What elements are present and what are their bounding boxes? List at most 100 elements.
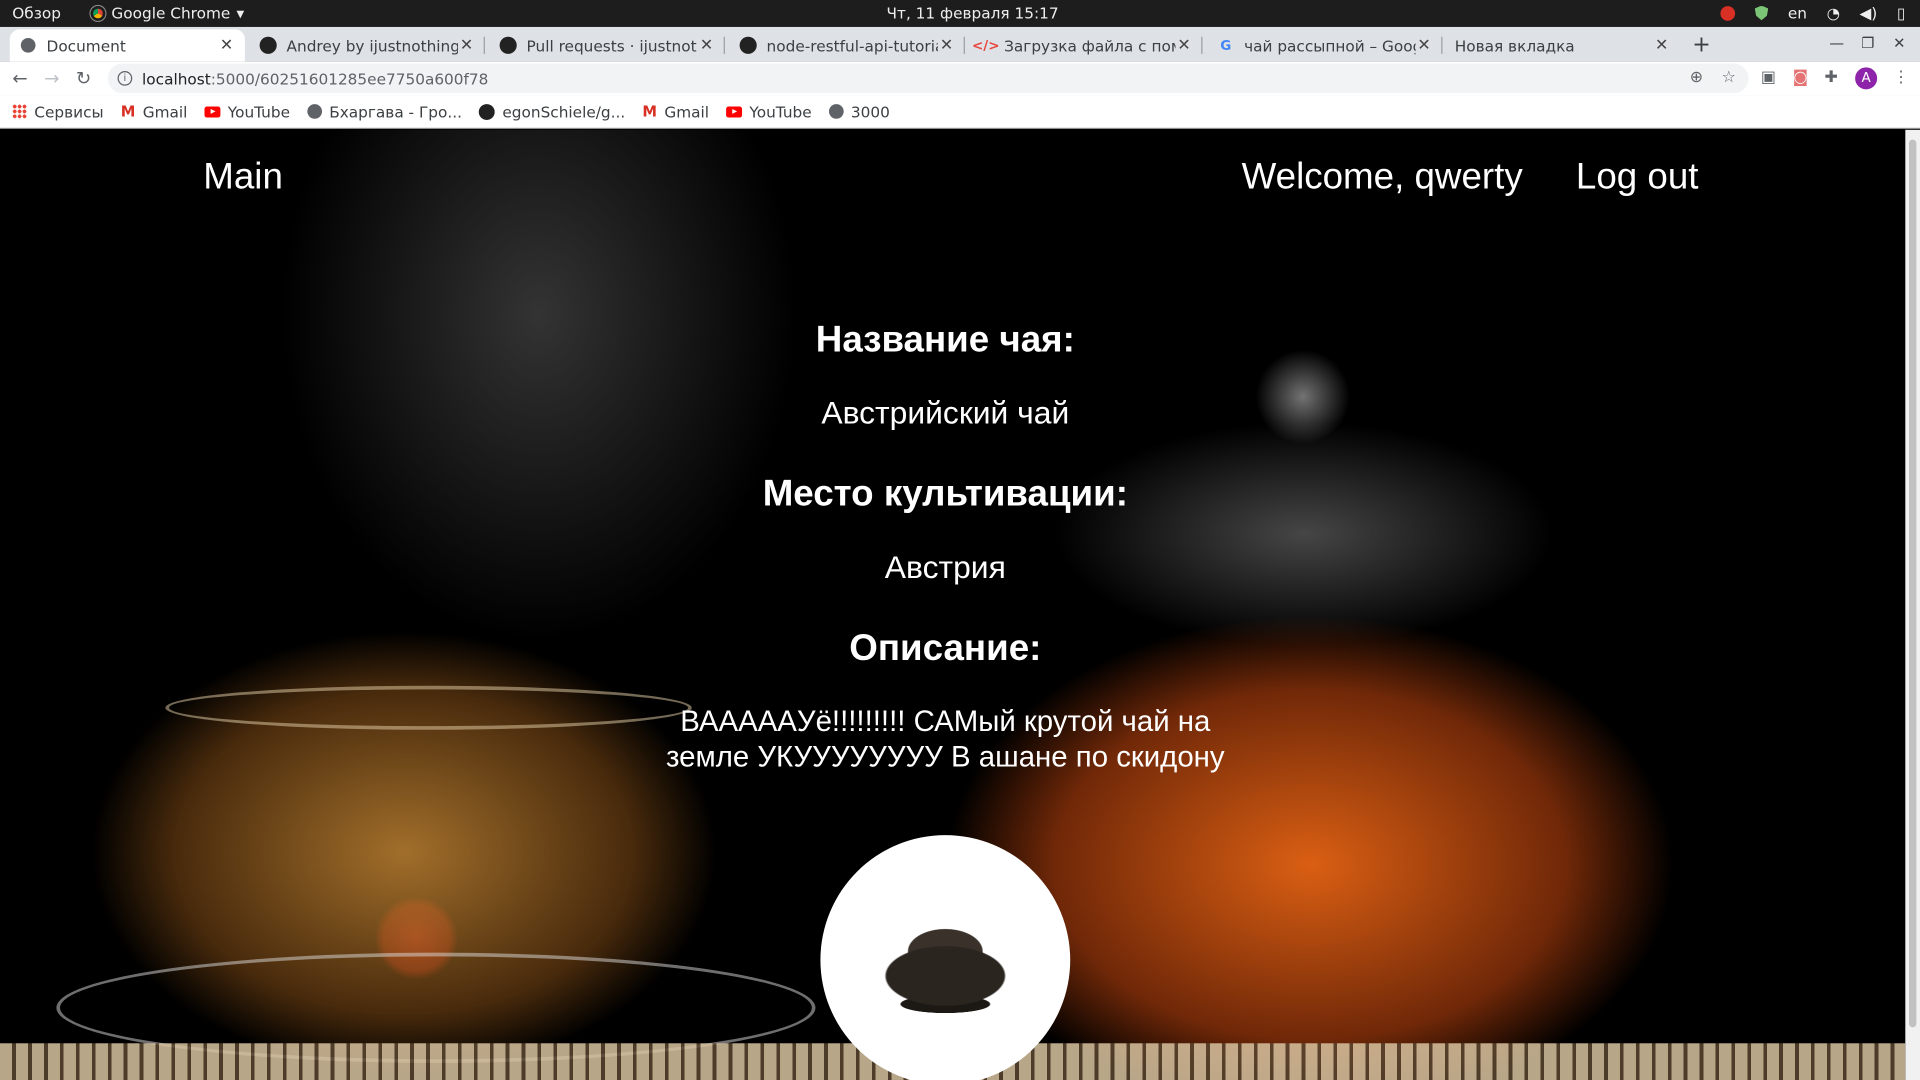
- tab-item[interactable]: </> Загрузка файла с помощ ✕: [967, 29, 1203, 61]
- wifi-icon[interactable]: ◔: [1827, 4, 1840, 22]
- globe-icon: [307, 104, 322, 119]
- url-host: localhost: [142, 69, 211, 88]
- bookmark-label: Gmail: [142, 102, 188, 121]
- tea-image: [820, 835, 1071, 1080]
- new-tab-button[interactable]: +: [1692, 32, 1710, 58]
- gmail-icon: M: [120, 102, 136, 121]
- activities-button[interactable]: Обзор: [12, 4, 61, 22]
- tab-document[interactable]: Document ✕: [9, 29, 245, 62]
- battery-icon[interactable]: ▯: [1897, 4, 1905, 22]
- system-tray[interactable]: en ◔ ◀) ▯: [1720, 4, 1905, 22]
- youtube-icon: [726, 105, 743, 117]
- language-indicator[interactable]: en: [1788, 4, 1807, 22]
- close-icon[interactable]: ✕: [698, 36, 715, 54]
- address-bar[interactable]: i localhost:5000/60251601285ee7750a600f7…: [107, 63, 1749, 94]
- bookmark-label: 3000: [850, 102, 890, 121]
- bookmark-3000[interactable]: 3000: [828, 102, 890, 121]
- tab-item[interactable]: Andrey by ijustnothing · P ✕: [250, 29, 485, 61]
- tea-details: Название чая: Австрийский чай Место куль…: [578, 320, 1313, 776]
- tab-title: Pull requests · ijustnothin: [526, 36, 698, 55]
- close-icon[interactable]: ✕: [1176, 36, 1193, 54]
- globe-icon: [20, 37, 37, 54]
- back-icon[interactable]: ←: [12, 67, 27, 89]
- youtube-icon: [204, 105, 221, 117]
- bookmark-bhargava[interactable]: Бхаргава - Гро...: [307, 102, 462, 121]
- main-link[interactable]: Main: [203, 157, 283, 199]
- bookmark-youtube[interactable]: YouTube: [204, 102, 291, 121]
- star-icon[interactable]: ☆: [1722, 69, 1736, 87]
- extension-icon[interactable]: ▣: [1761, 69, 1776, 87]
- tab-title: Загрузка файла с помощ: [1004, 36, 1175, 55]
- close-icon[interactable]: ✕: [1416, 36, 1433, 54]
- tea-place-heading: Место культивации:: [762, 473, 1128, 515]
- tab-title: Andrey by ijustnothing · P: [286, 36, 458, 55]
- clock[interactable]: Чт, 11 февраля 15:17: [887, 4, 1059, 22]
- github-icon: [259, 36, 277, 54]
- gmail-icon: M: [642, 102, 658, 121]
- google-icon: G: [1220, 37, 1232, 54]
- minimize-icon[interactable]: —: [1829, 34, 1844, 51]
- tea-name: Австрийский чай: [821, 394, 1070, 432]
- info-icon[interactable]: i: [117, 71, 133, 86]
- close-icon[interactable]: ✕: [458, 36, 475, 54]
- puzzle-icon[interactable]: ✚: [1825, 69, 1838, 87]
- menu-icon[interactable]: ⋮: [1893, 69, 1909, 87]
- tea-place: Австрия: [884, 548, 1006, 586]
- tea-description: ВААААAУё!!!!!!!!! САМый крутой чай на зе…: [666, 705, 1225, 774]
- notification-icon[interactable]: [1720, 5, 1736, 21]
- bookmark-label: YouTube: [227, 102, 291, 121]
- tea-name-heading: Название чая:: [815, 319, 1075, 361]
- bookmark-youtube-2[interactable]: YouTube: [726, 102, 812, 121]
- tea-description-heading: Описание:: [849, 628, 1042, 669]
- forward-icon[interactable]: →: [44, 67, 59, 89]
- bookmark-services[interactable]: Сервисы: [12, 102, 104, 121]
- close-icon[interactable]: ✕: [1653, 36, 1670, 54]
- code-icon: </>: [971, 37, 1000, 54]
- bookmark-label: YouTube: [749, 102, 812, 121]
- extension-icon[interactable]: ◙: [1793, 69, 1808, 87]
- apps-icon: [12, 104, 27, 119]
- globe-icon: [828, 104, 844, 119]
- tab-title: Новая вкладка: [1454, 36, 1575, 55]
- app-name: Google Chrome: [111, 3, 231, 23]
- bookmark-label: egonSchiele/g...: [502, 102, 626, 121]
- zoom-icon[interactable]: ⊕: [1690, 69, 1703, 87]
- close-icon[interactable]: ✕: [938, 36, 955, 54]
- github-icon: [499, 36, 517, 54]
- os-top-bar: Обзор Google Chrome ▾ Чт, 11 февраля 15:…: [0, 0, 1920, 27]
- tab-title: node-restful-api-tutorial/: [766, 36, 938, 55]
- reload-icon[interactable]: ↻: [76, 67, 91, 89]
- scrollbar-thumb[interactable]: [1908, 139, 1917, 1028]
- tab-item[interactable]: Новая вкладка ✕: [1445, 29, 1680, 61]
- tab-strip: Document ✕ Andrey by ijustnothing · P ✕ …: [0, 26, 1920, 62]
- tab-title: Document: [46, 36, 126, 55]
- bookmark-label: Gmail: [664, 102, 710, 121]
- bookmark-label: Бхаргава - Гро...: [329, 102, 462, 121]
- bookmark-gmail-2[interactable]: M Gmail: [642, 102, 709, 120]
- shield-icon[interactable]: [1754, 5, 1769, 21]
- page-scrollbar[interactable]: [1905, 129, 1920, 1080]
- tab-item[interactable]: node-restful-api-tutorial/ ✕: [730, 29, 965, 61]
- tab-item[interactable]: G чай рассыпной – Google ✕: [1207, 29, 1443, 61]
- tab-item[interactable]: Pull requests · ijustnothin ✕: [490, 29, 725, 61]
- bookmarks-bar: Сервисы M Gmail YouTube Бхаргава - Гро...…: [0, 95, 1920, 129]
- url-path: :5000/60251601285ee7750a600f78: [210, 69, 489, 88]
- close-icon[interactable]: ✕: [218, 36, 235, 54]
- chrome-icon: [90, 5, 106, 21]
- github-icon: [739, 36, 757, 54]
- github-icon: [479, 103, 496, 120]
- app-menu[interactable]: Google Chrome ▾: [90, 3, 245, 23]
- tab-title: чай рассыпной – Google: [1244, 36, 1415, 55]
- browser-toolbar: ← → ↻ i localhost:5000/60251601285ee7750…: [0, 61, 1920, 96]
- loose-tea-pile: [844, 908, 1046, 1019]
- logout-link[interactable]: Log out: [1576, 157, 1699, 199]
- window-close-icon[interactable]: ✕: [1893, 34, 1905, 51]
- chevron-down-icon: ▾: [236, 3, 245, 23]
- volume-icon[interactable]: ◀): [1860, 4, 1878, 22]
- restore-icon[interactable]: ❐: [1861, 34, 1874, 51]
- page-content: Main Welcome, qwerty Log out Название ча…: [0, 129, 1906, 1080]
- welcome-text: Welcome, qwerty: [1241, 156, 1523, 198]
- bookmark-gmail[interactable]: M Gmail: [121, 102, 188, 120]
- avatar[interactable]: A: [1855, 67, 1878, 90]
- bookmark-egonschiele[interactable]: egonSchiele/g...: [479, 102, 626, 121]
